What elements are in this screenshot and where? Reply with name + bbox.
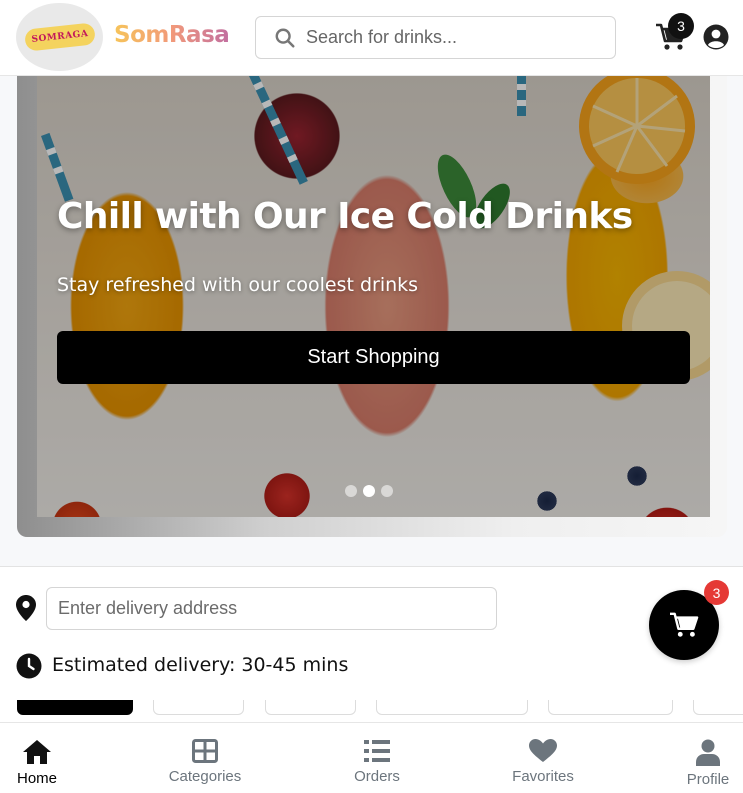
nav-item-orders[interactable]: Orders (342, 723, 412, 793)
nav-item-label: Favorites (512, 768, 574, 785)
floating-cart-count-badge: 3 (704, 580, 729, 605)
category-chip[interactable] (265, 700, 356, 715)
nav-item-home[interactable]: Home (0, 723, 74, 793)
hero-title: Chill with Our Ice Cold Drinks (57, 196, 633, 237)
delivery-address-input[interactable] (46, 587, 497, 630)
logo-badge: SOMRAGA (23, 22, 96, 52)
drinks-photo (41, 76, 710, 381)
nav-item-label: Orders (354, 768, 400, 785)
search-input[interactable] (306, 27, 606, 48)
carousel-indicators (345, 485, 393, 497)
home-icon (23, 740, 51, 764)
carousel-dot-1[interactable] (345, 485, 357, 497)
bottom-navigation: Home Categories Orders Favorites Profile (0, 722, 743, 793)
category-chip-strip[interactable] (0, 700, 743, 722)
nav-item-label: Profile (686, 771, 730, 788)
search-bar[interactable] (255, 16, 616, 59)
category-chip[interactable] (693, 700, 743, 715)
logo[interactable]: SOMRAGA (16, 3, 103, 71)
category-chip[interactable] (376, 700, 528, 715)
grid-icon (192, 739, 218, 763)
nav-item-favorites[interactable]: Favorites (503, 723, 583, 793)
hero-subtitle: Stay refreshed with our coolest drinks (57, 274, 419, 296)
list-icon (364, 740, 390, 762)
category-chip[interactable] (548, 700, 673, 715)
category-chip[interactable] (17, 700, 133, 715)
nav-item-label: Home (16, 770, 57, 787)
hero-carousel[interactable] (37, 76, 710, 517)
nav-item-label: Categories (168, 768, 242, 785)
carousel-dot-3[interactable] (381, 485, 393, 497)
search-icon (275, 28, 295, 48)
nav-item-profile[interactable]: Profile (678, 723, 738, 793)
carousel-dot-2[interactable] (363, 485, 375, 497)
category-chip[interactable] (153, 700, 244, 715)
top-header: SOMRAGA SomRasa 3 (0, 0, 743, 76)
user-circle-icon[interactable] (703, 24, 729, 50)
heart-icon (529, 739, 557, 762)
user-icon (696, 739, 720, 766)
clock-icon (16, 653, 42, 679)
cart-count-badge: 3 (668, 13, 694, 39)
nav-item-categories[interactable]: Categories (160, 723, 250, 793)
start-shopping-button[interactable]: Start Shopping (57, 331, 690, 384)
brand-name[interactable]: SomRasa (114, 22, 230, 48)
delivery-estimate: Estimated delivery: 30-45 mins (52, 654, 349, 676)
location-pin-icon (16, 595, 36, 621)
cart-icon (670, 612, 699, 637)
